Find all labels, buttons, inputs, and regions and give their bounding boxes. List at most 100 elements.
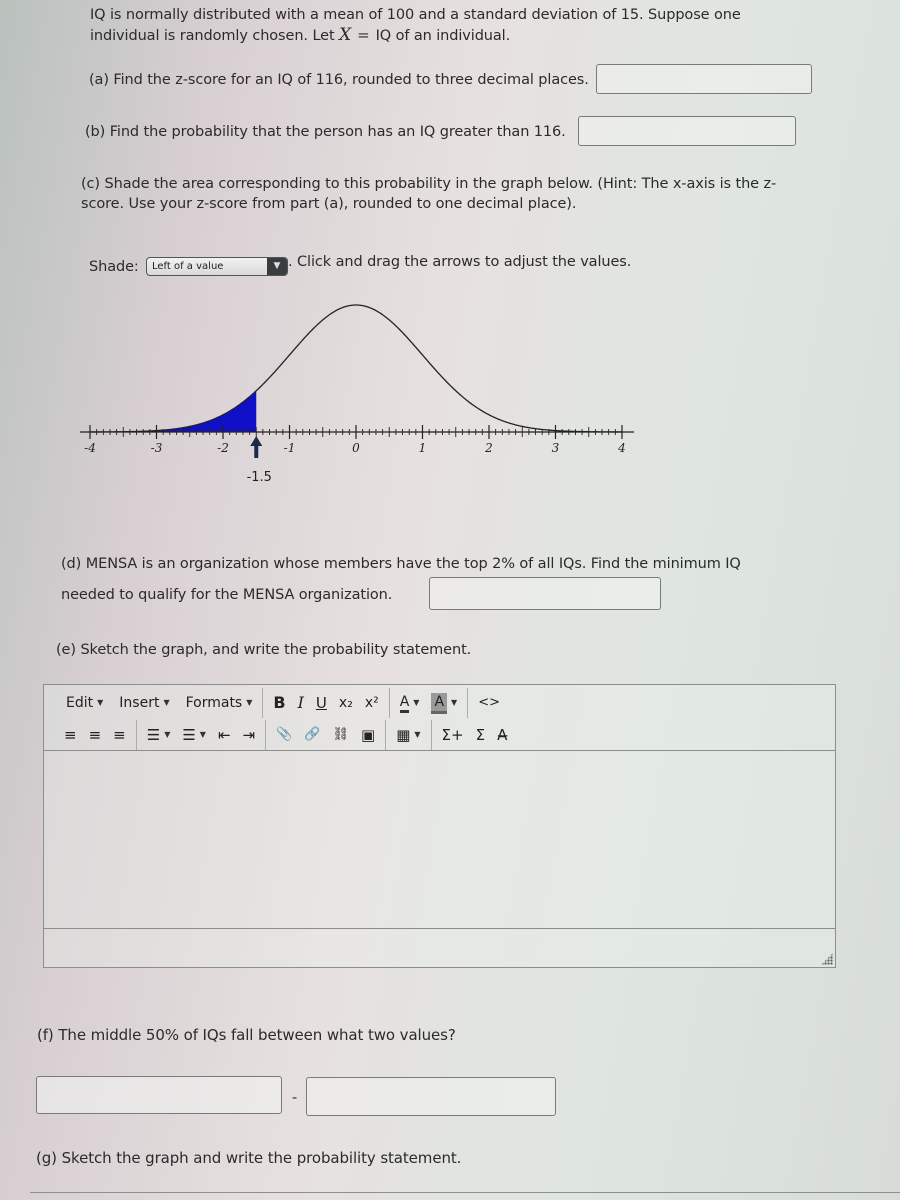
editor-toolbar: Edit ▼ Insert ▼ Formats ▼ B I U x₂ x² A ▼ A ▼…: [44, 685, 835, 751]
insert-equation-button[interactable]: Σ+: [436, 722, 470, 748]
toolbar-row-2: ≡ ≡ ≡ ☰ ▼ ☰ ▼ ⇤ ⇥ 📎 🔗 ⛓ ▣ ▦ ▼ Σ+ Σ A̶: [44, 719, 513, 751]
sum-plus-icon: Σ+: [441, 726, 464, 744]
align-left-icon: ≡: [64, 726, 77, 744]
value-marker-handle[interactable]: -1.5: [247, 436, 272, 485]
insert-table-button[interactable]: ▦ ▼: [390, 722, 426, 748]
rich-text-editor: Edit ▼ Insert ▼ Formats ▼ B I U x₂ x² A ▼ A ▼…: [43, 684, 836, 968]
formats-menu-label: Formats: [185, 695, 243, 711]
shaded-area: [90, 390, 257, 432]
italic-button[interactable]: I: [292, 690, 310, 716]
tick-label: -2: [217, 441, 229, 455]
range-separator: -: [292, 1090, 298, 1106]
special-character-icon: A̶: [497, 726, 508, 744]
align-right-button[interactable]: ≡: [107, 722, 132, 748]
indent-button[interactable]: ⇥: [237, 722, 262, 748]
chevron-down-icon: ▼: [246, 698, 253, 707]
tick-label: 4: [617, 441, 626, 455]
toolbar-divider: [388, 688, 390, 718]
insert-menu-label: Insert: [119, 695, 160, 711]
chevron-down-icon: ▼: [414, 730, 421, 739]
normal-distribution-graph[interactable]: -4 -3 -2 -1 0 1 2 3 4 -1.5: [0, 0, 900, 500]
toolbar-row-1: Edit ▼ Insert ▼ Formats ▼ B I U x₂ x² A ▼ A ▼…: [44, 687, 506, 719]
align-left-button[interactable]: ≡: [58, 722, 83, 748]
part-e-question: (e) Sketch the graph, and write the prob…: [56, 642, 472, 658]
numbered-list-button[interactable]: ☰ ▼: [176, 722, 212, 748]
text-color-button[interactable]: A ▼: [394, 690, 426, 716]
underline-button[interactable]: U: [310, 690, 333, 716]
indent-icon: ⇥: [242, 726, 256, 744]
marker-value-label: -1.5: [247, 470, 272, 485]
toolbar-divider: [385, 720, 387, 750]
outdent-icon: ⇤: [217, 726, 231, 744]
unlink-icon: ⛓: [332, 727, 349, 742]
tick-label: 0: [352, 441, 360, 455]
chevron-down-icon: ▼: [163, 698, 170, 707]
align-center-button[interactable]: ≡: [83, 722, 108, 748]
superscript-button[interactable]: x²: [359, 690, 385, 716]
tick-label: 1: [419, 441, 427, 455]
paperclip-icon: 📎: [276, 727, 293, 742]
subscript-icon: x₂: [338, 695, 353, 711]
editor-status-bar: [44, 930, 835, 967]
link-icon: 🔗: [304, 727, 321, 742]
edit-menu-label: Edit: [66, 695, 94, 711]
part-d-question-line-1: (d) MENSA is an organization whose membe…: [61, 556, 741, 572]
insert-menu[interactable]: Insert ▼: [113, 690, 175, 716]
chevron-down-icon: ▼: [451, 698, 458, 707]
bold-button[interactable]: B: [267, 690, 291, 716]
part-f-low-value-input[interactable]: [36, 1076, 282, 1114]
x-axis-tick-labels: -4 -3 -2 -1 0 1 2 3 4: [84, 441, 626, 455]
chevron-down-icon: ▼: [199, 730, 206, 739]
x-axis-ticks: [89, 425, 623, 439]
outdent-button[interactable]: ⇤: [212, 722, 237, 748]
tick-label: 2: [484, 441, 493, 455]
source-code-icon: <>: [478, 695, 500, 710]
part-f-high-value-input[interactable]: [306, 1077, 556, 1116]
insert-image-button[interactable]: ▣: [355, 722, 381, 748]
tick-label: 3: [552, 441, 560, 455]
formats-menu[interactable]: Formats ▼: [180, 690, 259, 716]
tick-label: -3: [151, 441, 163, 455]
chevron-down-icon: ▼: [164, 730, 171, 739]
text-color-icon: A: [399, 694, 410, 713]
toolbar-divider: [135, 720, 137, 750]
part-d-answer-input[interactable]: [429, 577, 661, 610]
italic-icon: I: [297, 693, 304, 712]
chevron-down-icon: ▼: [413, 698, 420, 707]
background-color-icon: A: [431, 692, 448, 714]
superscript-icon: x²: [364, 695, 379, 711]
part-d-question-line-2: needed to qualify for the MENSA organiza…: [61, 587, 393, 603]
bullet-list-icon: ☰: [146, 726, 161, 744]
editor-content-area[interactable]: [44, 751, 835, 929]
tick-label: -4: [84, 441, 96, 455]
part-f-question: (f) The middle 50% of IQs fall between w…: [37, 1026, 456, 1044]
toolbar-divider: [430, 720, 432, 750]
toolbar-divider: [265, 720, 267, 750]
align-center-icon: ≡: [88, 726, 102, 744]
special-character-button[interactable]: A̶: [491, 722, 513, 748]
attach-button[interactable]: 📎: [270, 722, 298, 748]
toolbar-divider: [262, 688, 264, 718]
sum-icon: Σ: [475, 726, 486, 744]
underline-icon: U: [315, 694, 327, 712]
bold-icon: B: [273, 693, 286, 712]
edit-menu[interactable]: Edit ▼: [60, 690, 109, 716]
insert-link-button[interactable]: 🔗: [298, 722, 326, 748]
background-color-button[interactable]: A ▼: [425, 690, 463, 716]
sum-button[interactable]: Σ: [470, 722, 491, 748]
part-g-question: (g) Sketch the graph and write the proba…: [36, 1149, 462, 1167]
source-code-button[interactable]: <>: [472, 690, 506, 716]
tick-label: -1: [284, 441, 296, 455]
subscript-button[interactable]: x₂: [333, 690, 359, 716]
align-right-icon: ≡: [113, 726, 126, 744]
up-arrow-icon[interactable]: [250, 436, 263, 458]
unlink-button[interactable]: ⛓: [326, 722, 355, 748]
bullet-list-button[interactable]: ☰ ▼: [141, 722, 177, 748]
numbered-list-icon: ☰: [182, 726, 196, 744]
normal-curve: [89, 304, 623, 433]
next-editor-top-edge: [30, 1192, 900, 1200]
table-icon: ▦: [396, 726, 411, 744]
toolbar-divider: [467, 688, 469, 718]
image-icon: ▣: [361, 726, 376, 744]
resize-handle-icon[interactable]: [821, 953, 833, 965]
